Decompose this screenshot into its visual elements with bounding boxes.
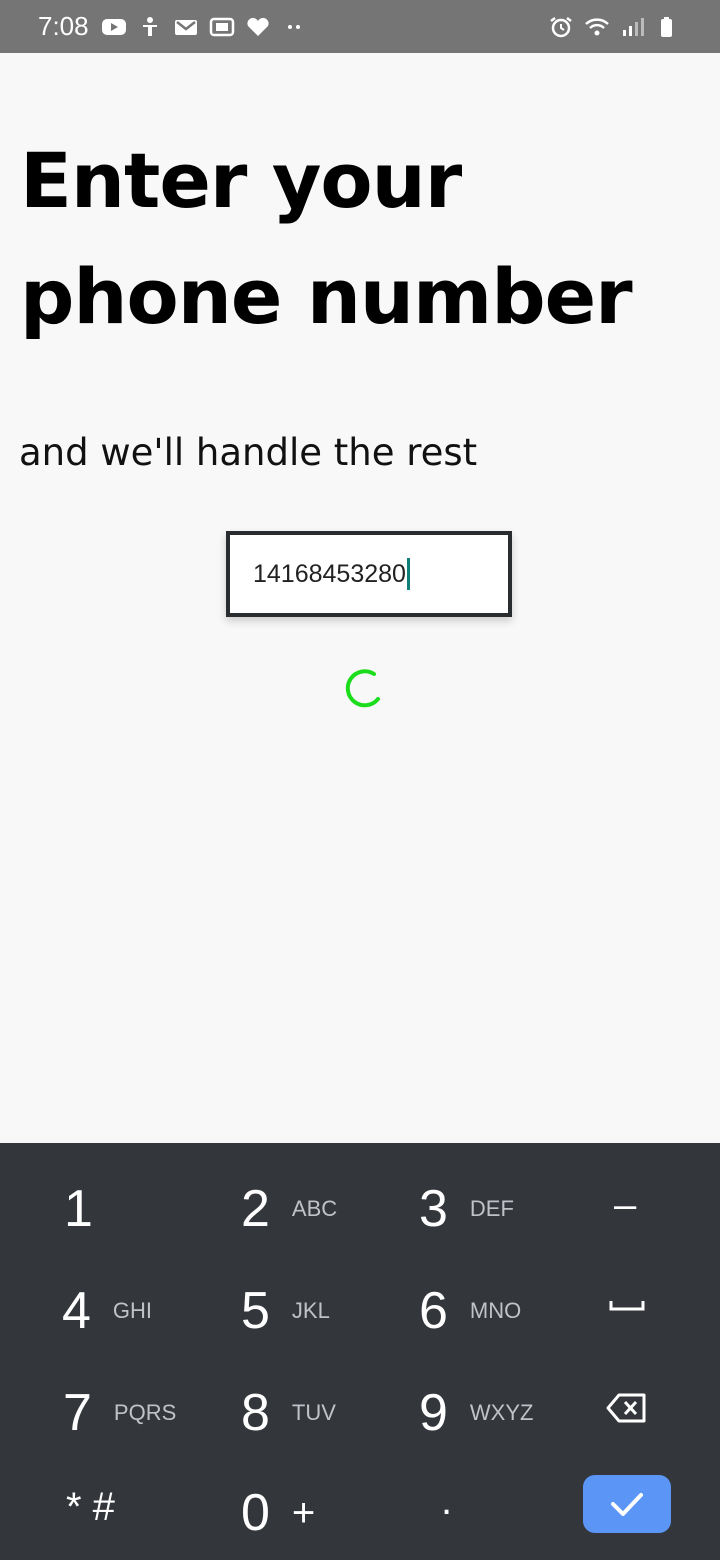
key-symbol: – [614,1183,637,1227]
key-period[interactable]: . [441,1479,452,1524]
space-key[interactable] [608,1295,646,1315]
wifi-icon [584,16,610,38]
key-0[interactable]: 0 + [241,1483,315,1543]
space-icon [609,1301,645,1311]
key-letters: + [291,1490,316,1535]
key-digit: 9 [419,1384,448,1442]
key-letters: DEF [469,1196,514,1221]
key-letters: PQRS [113,1400,177,1425]
phone-number-input[interactable]: 14168453280 [226,531,512,617]
key-6[interactable]: 6 MNO [419,1281,521,1341]
alarm-icon [548,16,574,38]
status-icons-left [101,16,307,38]
done-button[interactable] [583,1475,671,1533]
key-7[interactable]: 7 PQRS [63,1383,176,1443]
battery-icon [656,16,682,38]
key-digit: 0 [241,1484,270,1542]
status-bar: 7:08 [0,0,720,53]
key-letters: TUV [291,1400,336,1425]
key-digit: 5 [241,1282,270,1340]
key-digit: 8 [241,1384,270,1442]
key-9[interactable]: 9 WXYZ [419,1383,533,1443]
key-letters: WXYZ [469,1400,534,1425]
key-digit: 7 [63,1384,92,1442]
subtitle: and we'll handle the rest [19,431,478,474]
status-icons-right [548,16,682,38]
key-dash[interactable]: – [614,1183,636,1228]
app-icon [209,16,235,38]
key-4[interactable]: 4 GHI [62,1281,152,1341]
key-letters: GHI [112,1298,153,1323]
page-title: Enter your phone number [20,136,633,341]
phone-number-value: 14168453280 [253,559,406,588]
key-5[interactable]: 5 JKL [241,1281,330,1341]
key-digit: 2 [241,1180,270,1238]
signal-icon [620,16,646,38]
key-8[interactable]: 8 TUV [241,1383,336,1443]
key-symbol: * # [66,1485,115,1529]
key-letters: MNO [469,1298,522,1323]
key-symbol: . [441,1479,453,1523]
key-digit: 1 [64,1180,93,1238]
loading-spinner-icon [340,665,384,709]
key-letters: JKL [291,1298,330,1323]
backspace-key[interactable] [606,1392,648,1424]
accessibility-icon [137,16,163,38]
key-star-hash[interactable]: * # [66,1485,115,1530]
key-digit: 6 [419,1282,448,1340]
backspace-icon [606,1393,646,1423]
check-icon [611,1493,643,1516]
youtube-icon [101,16,127,38]
main-content: Enter your phone number and we'll handle… [0,53,720,1143]
gmail-icon [173,16,199,38]
key-digit: 3 [419,1180,448,1238]
key-3[interactable]: 3 DEF [419,1179,514,1239]
key-2[interactable]: 2 ABC [241,1179,337,1239]
key-digit: 4 [62,1282,91,1340]
status-time: 7:08 [38,11,89,41]
key-1[interactable]: 1 [64,1179,93,1239]
text-cursor [406,558,410,590]
numeric-keyboard: 1 2 ABC 3 DEF – 4 GHI 5 JKL 6 MNO 7 PQRS… [0,1143,720,1560]
key-letters: ABC [291,1196,338,1221]
more-dots-icon [281,16,307,38]
heart-icon [245,16,271,38]
